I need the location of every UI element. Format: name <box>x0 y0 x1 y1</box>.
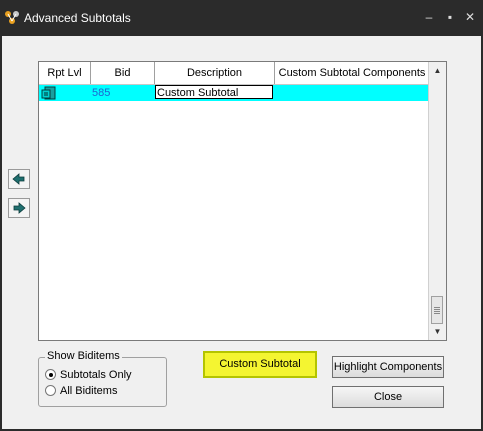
col-header-components[interactable]: Custom Subtotal Components <box>275 62 430 84</box>
subtotals-grid[interactable]: Rpt Lvl Bid Description Custom Subtotal … <box>38 61 447 341</box>
highlight-components-button[interactable]: Highlight Components <box>332 356 444 378</box>
subtotal-level-icon <box>41 85 57 101</box>
arrow-left-icon <box>12 173 25 185</box>
col-header-description[interactable]: Description <box>155 62 275 84</box>
show-biditems-group: Show Biditems Subtotals Only All Biditem… <box>38 350 167 407</box>
cell-components <box>276 85 429 101</box>
scroll-down-icon[interactable]: ▼ <box>429 323 446 340</box>
col-header-rpt-lvl[interactable]: Rpt Lvl <box>39 62 91 84</box>
close-icon[interactable]: ✕ <box>462 9 478 25</box>
app-logo-icon <box>3 9 21 27</box>
window-title: Advanced Subtotals <box>24 11 131 25</box>
scrollbar-thumb[interactable] <box>431 296 443 324</box>
title-bar: Advanced Subtotals – ▪ ✕ <box>0 0 483 36</box>
vertical-scrollbar[interactable]: ▲ ▼ <box>428 62 446 340</box>
radio-label: Subtotals Only <box>60 369 132 381</box>
col-header-bid[interactable]: Bid <box>91 62 155 84</box>
maximize-icon[interactable]: ▪ <box>442 9 458 25</box>
custom-subtotal-button[interactable]: Custom Subtotal <box>203 351 317 378</box>
close-button[interactable]: Close <box>332 386 444 408</box>
move-right-button[interactable] <box>8 198 30 218</box>
description-edit-field[interactable]: Custom Subtotal <box>155 85 273 99</box>
cell-bid: 585 <box>92 87 111 99</box>
table-row[interactable]: 585 Custom Subtotal <box>39 85 430 101</box>
radio-button[interactable] <box>45 369 56 380</box>
scroll-up-icon[interactable]: ▲ <box>429 62 446 79</box>
minimize-icon[interactable]: – <box>421 9 437 25</box>
radio-button[interactable] <box>45 385 56 396</box>
radio-label: All Biditems <box>60 385 118 397</box>
move-left-button[interactable] <box>8 169 30 189</box>
arrow-right-icon <box>13 202 26 214</box>
grid-header: Rpt Lvl Bid Description Custom Subtotal … <box>39 62 430 85</box>
group-legend: Show Biditems <box>45 350 122 362</box>
